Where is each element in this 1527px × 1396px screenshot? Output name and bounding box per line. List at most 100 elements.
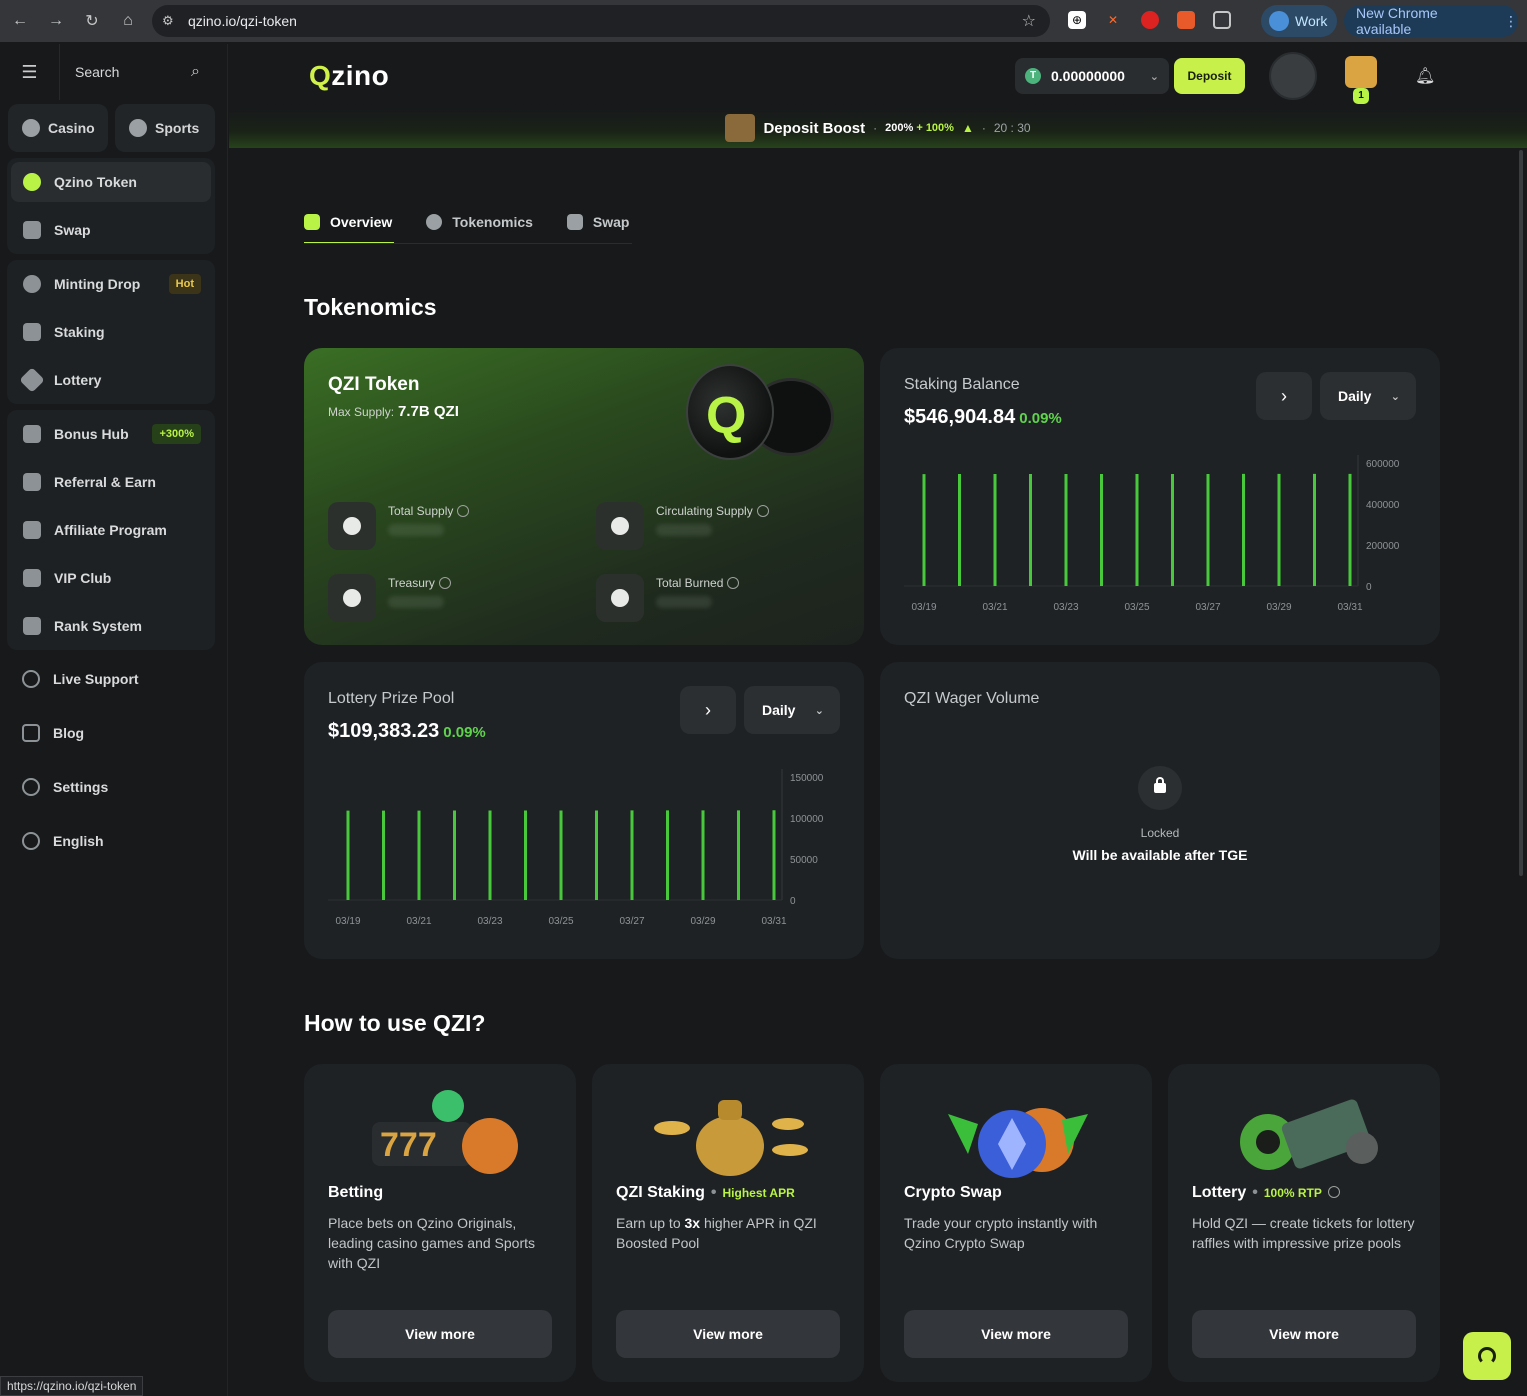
- reload-icon[interactable]: ↻: [80, 9, 104, 33]
- headset-icon: [1478, 1347, 1496, 1365]
- sidebar: ☰ Search ⌕ Casino Sports Qzino Token Swa…: [0, 44, 228, 1396]
- profile-button[interactable]: Work: [1261, 5, 1337, 37]
- earn-group: Minting Drop Hot Staking Lottery: [7, 260, 215, 404]
- sidebar-item-label: Referral & Earn: [54, 474, 156, 490]
- sidebar-item-label: Live Support: [53, 671, 139, 687]
- headset-icon: [22, 670, 40, 688]
- help-icon[interactable]: [756, 505, 769, 517]
- logo-text: zino: [331, 60, 390, 91]
- swap-icon: [23, 221, 41, 239]
- x-tick-label: 03/29: [690, 916, 715, 927]
- sidebar-item-live-support[interactable]: Live Support: [0, 659, 228, 699]
- extension-icon[interactable]: ✕: [1104, 11, 1122, 29]
- sidebar-item-bonus-hub[interactable]: Bonus Hub +300%: [7, 414, 215, 454]
- address-url[interactable]: qzino.io/qzi-token: [188, 13, 297, 29]
- gift-count-badge: 1: [1353, 88, 1369, 104]
- card-title-text: Betting: [328, 1184, 384, 1201]
- lottery-bar-chart: 0 50000 100000 150000 03/19 03/21 03/23 03/25 03…: [328, 769, 824, 927]
- sidebar-item-label: Blog: [53, 725, 85, 741]
- sidebar-item-label: Swap: [54, 222, 91, 238]
- tab-overview[interactable]: Overview: [304, 200, 395, 244]
- live-support-button[interactable]: [1463, 1332, 1511, 1380]
- update-chrome-button[interactable]: New Chrome available ⋮: [1344, 5, 1518, 37]
- ball-icon: [129, 119, 147, 137]
- sidebar-item-settings[interactable]: Settings: [0, 767, 228, 807]
- balance-value: 0.00000000: [1051, 68, 1125, 84]
- search-icon[interactable]: ⌕: [191, 63, 200, 81]
- tab-swap[interactable]: Swap: [566, 200, 630, 244]
- sidebar-item-label: Rank System: [54, 618, 142, 634]
- flame-icon: [596, 574, 644, 622]
- bell-icon[interactable]: 🔔︎: [1415, 66, 1435, 86]
- sidebar-item-blog[interactable]: Blog: [0, 713, 228, 753]
- help-icon[interactable]: [727, 577, 740, 589]
- desc-part: Earn up to: [616, 1215, 685, 1231]
- view-more-button[interactable]: View more: [328, 1310, 552, 1358]
- hidden-value: [656, 524, 712, 536]
- rank-icon: [23, 617, 41, 635]
- boost-separator: ·: [981, 121, 986, 135]
- view-more-button[interactable]: View more: [904, 1310, 1128, 1358]
- hamburger-menu-icon[interactable]: ☰: [0, 44, 60, 100]
- sidebar-item-affiliate[interactable]: Affiliate Program: [7, 510, 215, 550]
- lottery-card: Lottery • 100% RTP Hold QZI — create ticke…: [1168, 1064, 1440, 1382]
- help-icon[interactable]: [1327, 1186, 1340, 1198]
- token-group: Qzino Token Swap: [7, 158, 215, 254]
- qzino-logo[interactable]: Qzino: [309, 60, 389, 92]
- sidebar-top: ☰ Search ⌕: [0, 44, 228, 100]
- sidebar-item-qzino-token[interactable]: Qzino Token: [11, 162, 211, 202]
- view-more-button[interactable]: View more: [616, 1310, 840, 1358]
- puzzle-icon[interactable]: [1213, 11, 1231, 29]
- extension-icon[interactable]: [1141, 11, 1159, 29]
- dot-separator: •: [1252, 1184, 1258, 1201]
- desc-bold: 3x: [684, 1215, 701, 1231]
- casino-button[interactable]: Casino: [8, 104, 108, 152]
- dollar-coins-icon: [328, 502, 376, 550]
- help-icon[interactable]: [457, 505, 470, 517]
- site-info-icon[interactable]: ⚙: [162, 13, 174, 29]
- sidebar-item-language[interactable]: English: [0, 821, 228, 861]
- desc-part: higher APR: [700, 1215, 775, 1231]
- sidebar-item-label: Staking: [54, 324, 105, 340]
- home-icon[interactable]: ⌂: [116, 9, 140, 33]
- deposit-boost-banner[interactable]: Deposit Boost · 200% + 100% ▲ · 20 : 30: [229, 108, 1527, 148]
- sidebar-item-lottery[interactable]: Lottery: [7, 360, 215, 400]
- overview-icon: [304, 214, 320, 230]
- address-bar[interactable]: ⚙ qzino.io/qzi-token ☆: [152, 5, 1050, 37]
- lottery-prize-card: Lottery Prize Pool $109,383.23 0.09% › Da…: [304, 662, 864, 959]
- bookmark-star-icon[interactable]: ☆: [1022, 11, 1036, 31]
- back-icon[interactable]: ←: [8, 9, 32, 33]
- sidebar-item-minting-drop[interactable]: Minting Drop Hot: [7, 264, 215, 304]
- minting-drop-icon: [23, 275, 41, 293]
- tab-tokenomics[interactable]: Tokenomics: [426, 200, 533, 244]
- sidebar-item-label: Affiliate Program: [54, 522, 167, 538]
- view-more-button[interactable]: View more: [1192, 1310, 1416, 1358]
- forward-icon[interactable]: →: [44, 9, 68, 33]
- highest-apr-tag: Highest APR: [722, 1186, 795, 1200]
- sidebar-item-vip-club[interactable]: VIP Club: [7, 558, 215, 598]
- y-tick-label: 0: [1366, 582, 1372, 593]
- x-tick-label: 03/25: [1124, 602, 1149, 613]
- extension-icon[interactable]: ⊕: [1068, 11, 1086, 29]
- dot-separator: •: [710, 1184, 717, 1201]
- how-to-heading: How to use QZI?: [304, 1010, 486, 1036]
- affiliate-icon: [23, 521, 41, 539]
- balance-selector[interactable]: T 0.00000000 ⌄: [1015, 58, 1169, 94]
- x-tick-label: 03/27: [1195, 602, 1220, 613]
- help-icon[interactable]: [438, 577, 451, 589]
- sidebar-item-staking[interactable]: Staking: [7, 312, 215, 352]
- sports-button[interactable]: Sports: [115, 104, 215, 152]
- x-tick-label: 03/31: [761, 916, 786, 927]
- profile-label: Work: [1295, 13, 1328, 29]
- sidebar-item-swap[interactable]: Swap: [7, 210, 215, 250]
- page-scrollbar[interactable]: [1519, 150, 1523, 876]
- user-avatar[interactable]: [1269, 52, 1317, 100]
- extension-icon[interactable]: [1177, 11, 1195, 29]
- deposit-button[interactable]: Deposit: [1174, 58, 1245, 94]
- tether-coin-icon: T: [1025, 68, 1041, 84]
- boost-pct-b: 100%: [925, 122, 954, 134]
- sidebar-search-label[interactable]: Search: [75, 64, 119, 80]
- sidebar-item-rank-system[interactable]: Rank System: [7, 606, 215, 646]
- sidebar-item-referral[interactable]: Referral & Earn: [7, 462, 215, 502]
- gift-box-icon[interactable]: [1345, 56, 1377, 88]
